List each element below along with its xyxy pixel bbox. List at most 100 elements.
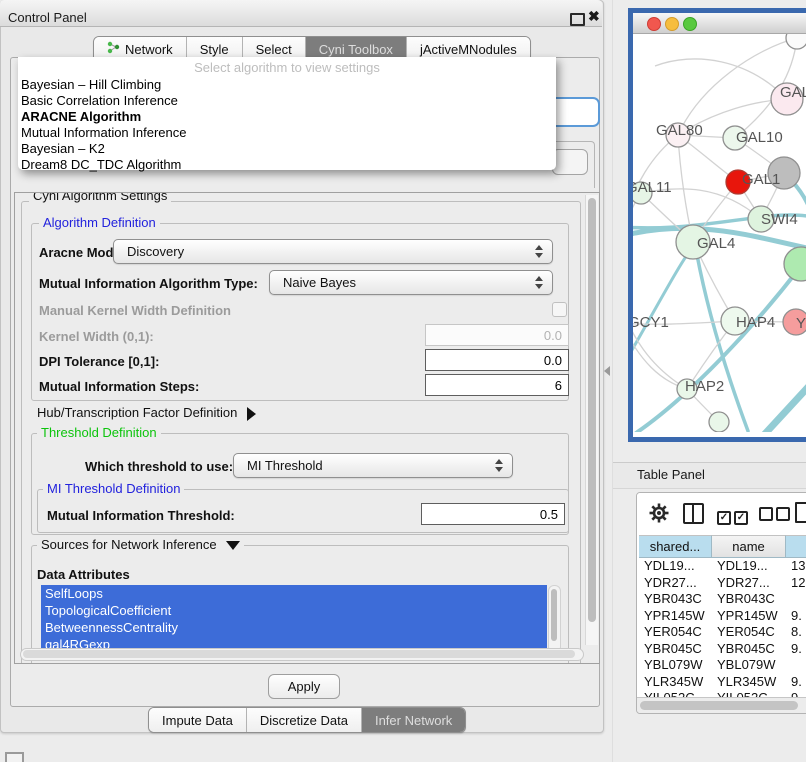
node-label: SWI4 bbox=[761, 211, 798, 228]
table-row[interactable]: YBR045CYBR045C9. bbox=[639, 641, 806, 658]
group-title: Cyni Algorithm Settings bbox=[29, 192, 171, 203]
mi-threshold-input[interactable] bbox=[421, 503, 565, 525]
tab-impute-data[interactable]: Impute Data bbox=[149, 708, 247, 732]
table-hscrollbar-thumb[interactable] bbox=[640, 701, 798, 710]
mi-algorithm-type-label: Mutual Information Algorithm Type: bbox=[39, 276, 258, 291]
tab-network-label: Network bbox=[125, 42, 173, 57]
node-unlabeled[interactable] bbox=[786, 34, 806, 49]
splitter-handle-icon[interactable] bbox=[604, 366, 610, 376]
attribute-item-selected[interactable]: BetweennessCentrality bbox=[41, 619, 547, 636]
group-title-sources[interactable]: Sources for Network Inference bbox=[37, 537, 244, 552]
data-attributes-label: Data Attributes bbox=[37, 567, 130, 582]
cell: YPR145W bbox=[712, 608, 786, 625]
cell: 9. bbox=[786, 641, 806, 658]
cell bbox=[786, 591, 806, 608]
table-hscrollbar[interactable] bbox=[637, 697, 806, 713]
which-threshold-select[interactable]: MI Threshold bbox=[233, 453, 513, 478]
zoom-traffic-light[interactable] bbox=[683, 17, 697, 31]
mi-algorithm-type-select[interactable]: Naive Bayes bbox=[269, 270, 553, 295]
column-header-cut[interactable] bbox=[786, 535, 806, 558]
cell: 9. bbox=[786, 608, 806, 625]
node-bottom[interactable] bbox=[709, 412, 729, 432]
which-threshold-label: Which threshold to use: bbox=[85, 459, 233, 474]
attributes-list-scrollbar[interactable] bbox=[548, 585, 561, 653]
network-window-titlebar[interactable] bbox=[633, 13, 806, 34]
table-body: YDL19...YDL19...13 YDR27...YDR27...12 YB… bbox=[639, 558, 806, 707]
column-header-shared-name[interactable]: shared... bbox=[639, 535, 712, 558]
kernel-width-label: Kernel Width (0,1): bbox=[39, 329, 154, 344]
cell: YBR045C bbox=[639, 641, 712, 658]
mi-steps-label: Mutual Information Steps: bbox=[39, 379, 199, 394]
attributes-scrollbar-thumb[interactable] bbox=[551, 589, 557, 641]
expanded-arrow-icon bbox=[226, 541, 240, 550]
table-row[interactable]: YLR345WYLR345W9. bbox=[639, 674, 806, 691]
new-table-icon[interactable] bbox=[795, 502, 806, 523]
mi-steps-input[interactable] bbox=[425, 374, 569, 396]
settings-vscrollbar-thumb[interactable] bbox=[588, 198, 596, 622]
float-window-icon[interactable] bbox=[570, 13, 585, 26]
dropdown-item[interactable]: Mutual Information Inference bbox=[18, 125, 556, 141]
settings-vscrollbar[interactable] bbox=[585, 195, 598, 645]
dropdown-item[interactable]: Dream8 DC_TDC Algorithm bbox=[18, 157, 556, 173]
settings-hscrollbar[interactable] bbox=[20, 648, 584, 661]
dropdown-item-selected[interactable]: ARACNE Algorithm bbox=[18, 109, 556, 125]
close-icon[interactable]: ✖ bbox=[588, 8, 600, 25]
dropdown-item[interactable]: Bayesian – K2 bbox=[18, 141, 556, 157]
cell: YBR045C bbox=[712, 641, 786, 658]
panel-splitter[interactable] bbox=[612, 0, 613, 762]
tab-infer-network[interactable]: Infer Network bbox=[362, 708, 465, 732]
cell: YBL079W bbox=[639, 657, 712, 674]
aracne-mode-select[interactable]: Discovery bbox=[113, 239, 553, 264]
node-label: Y bbox=[796, 315, 806, 332]
gear-icon[interactable] bbox=[649, 503, 669, 528]
attribute-item-selected[interactable]: TopologicalCoefficient bbox=[41, 602, 547, 619]
table-row[interactable]: YBL079WYBL079W bbox=[639, 657, 806, 674]
dpi-tolerance-label: DPI Tolerance [0,1]: bbox=[39, 354, 159, 369]
column-header-name[interactable]: name bbox=[712, 535, 786, 558]
tab-infer-network-label: Infer Network bbox=[375, 713, 452, 728]
hub-transcription-label: Hub/Transcription Factor Definition bbox=[37, 405, 237, 420]
cell: YLR345W bbox=[712, 674, 786, 691]
dpi-tolerance-input[interactable] bbox=[425, 349, 569, 371]
apply-button[interactable]: Apply bbox=[268, 674, 340, 699]
select-all-checkboxes-icon[interactable]: ✓✓ bbox=[717, 507, 751, 525]
minimize-traffic-light[interactable] bbox=[665, 17, 679, 31]
columns-icon[interactable] bbox=[683, 503, 704, 524]
table-row[interactable]: YPR145WYPR145W9. bbox=[639, 608, 806, 625]
dropdown-item[interactable]: Bayesian – Hill Climbing bbox=[18, 77, 556, 93]
close-traffic-light[interactable] bbox=[647, 17, 661, 31]
aracne-mode-value: Discovery bbox=[127, 244, 184, 259]
dropdown-placeholder: Select algorithm to view settings bbox=[18, 57, 556, 77]
dock-panel-icon[interactable] bbox=[5, 752, 24, 762]
screen: Control Panel ✖ Network Style Select Cyn… bbox=[0, 0, 806, 762]
table-row[interactable]: YDL19...YDL19...13 bbox=[639, 558, 806, 575]
attribute-item-selected[interactable]: SelfLoops bbox=[41, 585, 547, 602]
dropdown-item[interactable]: Basic Correlation Inference bbox=[18, 93, 556, 109]
manual-kernel-width-checkbox[interactable] bbox=[552, 302, 567, 317]
tab-select-label: Select bbox=[256, 42, 292, 57]
cell: 13 bbox=[786, 558, 806, 575]
table-row[interactable]: YBR043CYBR043C bbox=[639, 591, 806, 608]
node-bright-green[interactable] bbox=[784, 247, 806, 281]
tab-impute-data-label: Impute Data bbox=[162, 713, 233, 728]
table-row[interactable]: YER054CYER054C8. bbox=[639, 624, 806, 641]
cell: YBR043C bbox=[639, 591, 712, 608]
cell: YDL19... bbox=[712, 558, 786, 575]
settings-hscrollbar-thumb[interactable] bbox=[23, 650, 575, 658]
table-panel-title: Table Panel bbox=[637, 467, 705, 482]
data-attributes-list[interactable]: SelfLoops TopologicalCoefficient Between… bbox=[41, 585, 547, 651]
cell: YPR145W bbox=[639, 608, 712, 625]
cell: YDL19... bbox=[639, 558, 712, 575]
table-header-row: shared... name bbox=[639, 535, 806, 558]
node-label: HAP2 bbox=[685, 378, 724, 395]
table-row[interactable]: YDR27...YDR27...12 bbox=[639, 575, 806, 592]
tab-discretize-data[interactable]: Discretize Data bbox=[247, 708, 362, 732]
spinner-icon bbox=[495, 458, 504, 473]
cell: YER054C bbox=[712, 624, 786, 641]
deselect-all-checkboxes-icon[interactable] bbox=[759, 507, 793, 526]
kernel-width-input[interactable] bbox=[425, 324, 569, 346]
spinner-icon bbox=[535, 275, 544, 290]
manual-kernel-width-label: Manual Kernel Width Definition bbox=[39, 303, 231, 318]
network-canvas[interactable]: GAL GAL80 GAL10 GAL1 GAL11 SWI4 GAL4 GCY… bbox=[633, 34, 806, 432]
hub-transcription-section-header[interactable]: Hub/Transcription Factor Definition bbox=[37, 405, 256, 421]
